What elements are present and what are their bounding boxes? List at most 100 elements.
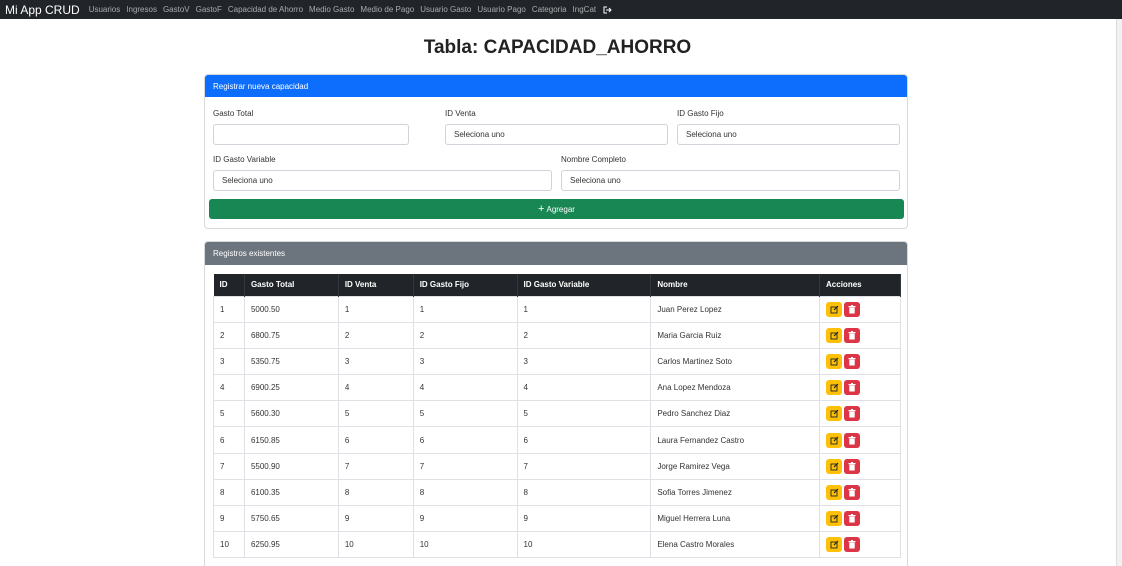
col-header-id-venta: ID Venta: [338, 274, 414, 296]
delete-button[interactable]: [844, 380, 861, 396]
nav-link-categoria[interactable]: Categoria: [532, 5, 567, 14]
cell-id-venta: 4: [337, 374, 414, 402]
cell-id-gasto-fijo: 3: [412, 347, 518, 376]
cell-id-gasto-fijo: 2: [412, 321, 518, 349]
nav-link-usuario-pago[interactable]: Usuario Pago: [477, 5, 525, 14]
table-row: 10 6250.95 10 10 10 Elena Castro Morales: [213, 531, 901, 559]
brand-link[interactable]: Mi App CRUD: [5, 3, 80, 17]
edit-icon: [830, 331, 839, 340]
scrollbar[interactable]: [1116, 19, 1122, 566]
cell-nombre: Miguel Herrera Luna: [650, 504, 821, 533]
edit-icon: [830, 409, 839, 418]
edit-button[interactable]: [826, 301, 843, 317]
edit-button[interactable]: [826, 537, 843, 553]
cell-id-gasto-variable: 4: [516, 374, 652, 402]
cell-id-venta: 5: [337, 400, 414, 428]
id-gasto-variable-select[interactable]: Seleciona uno: [213, 170, 552, 191]
cell-gasto-total: 6250.95: [243, 531, 339, 559]
delete-button[interactable]: [844, 537, 861, 553]
cell-acciones: [819, 478, 901, 507]
cell-id-gasto-fijo: 6: [412, 426, 518, 454]
trash-icon: [848, 487, 856, 497]
edit-button[interactable]: [826, 327, 843, 343]
cell-id: 5: [213, 400, 245, 428]
edit-button[interactable]: [826, 511, 843, 527]
delete-button[interactable]: [844, 301, 861, 317]
id-gasto-fijo-select[interactable]: Seleciona uno: [677, 124, 900, 145]
cell-id-gasto-variable: 9: [516, 504, 652, 533]
table-row: 3 5350.75 3 3 3 Carlos Martinez Soto: [213, 347, 901, 376]
table-row: 8 6100.35 8 8 8 Sofia Torres Jimenez: [213, 478, 901, 507]
edit-button[interactable]: [826, 484, 843, 500]
edit-icon: [830, 305, 839, 314]
nav-link-gastof[interactable]: GastoF: [196, 5, 222, 14]
nav-link-ingresos[interactable]: Ingresos: [126, 5, 157, 14]
delete-button[interactable]: [844, 484, 861, 500]
cell-id-venta: 1: [337, 295, 414, 323]
nav-link-gastov[interactable]: GastoV: [163, 5, 190, 14]
cell-id-venta: 9: [337, 504, 414, 533]
edit-button[interactable]: [826, 353, 843, 369]
delete-button[interactable]: [844, 327, 861, 343]
cell-id-venta: 10: [337, 531, 414, 559]
edit-icon: [830, 462, 839, 471]
nav-link-usuarios[interactable]: Usuarios: [89, 5, 121, 14]
nav-link-medio-gasto[interactable]: Medio Gasto: [309, 5, 354, 14]
nav-link-usuario-gasto[interactable]: Usuario Gasto: [420, 5, 471, 14]
cell-id-venta: 3: [337, 347, 414, 376]
id-venta-select[interactable]: Seleciona uno: [445, 124, 668, 145]
edit-icon: [830, 488, 839, 497]
delete-button[interactable]: [844, 458, 861, 474]
edit-icon: [830, 514, 839, 523]
cell-id-gasto-fijo: 4: [412, 374, 518, 402]
cell-id-gasto-fijo: 5: [412, 400, 518, 428]
cell-gasto-total: 5600.30: [243, 400, 339, 428]
edit-button[interactable]: [826, 406, 843, 422]
edit-button[interactable]: [826, 380, 843, 396]
trash-icon: [848, 356, 856, 366]
cell-id: 7: [213, 452, 245, 480]
register-card-header: Registrar nueva capacidad: [205, 75, 907, 97]
cell-id: 10: [213, 531, 245, 559]
add-button[interactable]: + Agregar: [209, 199, 904, 219]
gasto-total-input[interactable]: [213, 124, 409, 145]
cell-gasto-total: 5750.65: [243, 504, 339, 533]
page-title: Tabla: CAPACIDAD_AHORRO: [423, 37, 692, 58]
trash-icon: [848, 304, 856, 314]
records-card-header: Registros existentes: [205, 242, 907, 265]
cell-id-gasto-fijo: 10: [412, 531, 518, 559]
cell-id: 3: [213, 347, 245, 376]
id-venta-label: ID Venta: [445, 109, 476, 118]
nav-link-medio-pago[interactable]: Medio de Pago: [360, 5, 414, 14]
cell-acciones: [819, 295, 901, 323]
edit-button[interactable]: [826, 458, 843, 474]
cell-nombre: Jorge Ramirez Vega: [650, 452, 821, 480]
edit-button[interactable]: [826, 432, 843, 448]
delete-button[interactable]: [844, 432, 861, 448]
table-row: 6 6150.85 6 6 6 Laura Fernandez Castro: [213, 426, 901, 454]
logout-icon[interactable]: [603, 6, 612, 14]
trash-icon: [848, 435, 856, 445]
trash-icon: [848, 409, 856, 418]
delete-button[interactable]: [844, 406, 861, 422]
cell-id: 4: [213, 374, 245, 402]
cell-nombre: Pedro Sanchez Diaz: [650, 400, 821, 428]
trash-icon: [848, 461, 856, 471]
nav-link-capacidad-ahorro[interactable]: Capacidad de Ahorro: [228, 5, 303, 14]
edit-icon: [830, 383, 839, 392]
cell-id: 8: [213, 478, 245, 507]
table-row: 5 5600.30 5 5 5 Pedro Sanchez Diaz: [213, 400, 901, 428]
cell-id-gasto-variable: 6: [516, 426, 652, 454]
nav-link-ingcat[interactable]: IngCat: [573, 5, 597, 14]
cell-nombre: Laura Fernandez Castro: [650, 426, 821, 454]
gasto-total-label: Gasto Total: [213, 109, 254, 118]
trash-icon: [848, 540, 856, 549]
delete-button[interactable]: [844, 353, 861, 369]
cell-acciones: [819, 504, 901, 533]
edit-icon: [830, 540, 839, 549]
cell-id-gasto-fijo: 1: [412, 295, 518, 323]
nombre-completo-select[interactable]: Seleciona uno: [561, 170, 900, 191]
cell-id: 6: [213, 426, 245, 454]
cell-acciones: [819, 321, 901, 349]
delete-button[interactable]: [844, 511, 861, 527]
